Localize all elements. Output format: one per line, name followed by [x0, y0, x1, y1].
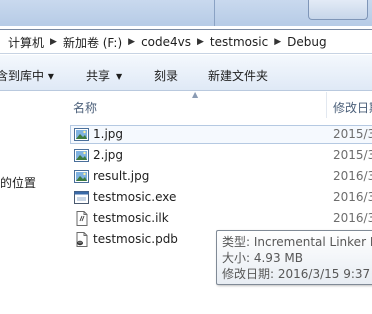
breadcrumb-separator-icon[interactable]: ▶ [272, 37, 283, 47]
breadcrumb: 计算机 ▶ 新加卷 (F:) ▶ code4vs ▶ testmosic ▶ D… [0, 34, 331, 50]
breadcrumb-separator-icon[interactable]: ▶ [195, 37, 206, 47]
breadcrumb-debug[interactable]: Debug [283, 35, 330, 49]
ilk-file-icon [74, 211, 89, 226]
file-tooltip: 类型: Incremental Linker Fi 大小: 4.93 MB 修改… [216, 230, 372, 285]
window-buttons[interactable] [308, 0, 368, 20]
pdb-file-icon [74, 232, 89, 247]
window-edge [214, 0, 215, 26]
tooltip-modified: 修改日期: 2016/3/15 9:37 [222, 267, 371, 281]
navigation-pane: 的位置 [0, 92, 64, 314]
command-toolbar: 含到库中 ▾ 共享 ▼ 刻录 新建文件夹 [0, 55, 372, 91]
file-name: testmosic.exe [93, 190, 177, 204]
file-name: result.jpg [93, 169, 150, 183]
breadcrumb-testmosic[interactable]: testmosic [206, 35, 272, 49]
file-name: 2.jpg [93, 148, 124, 162]
file-date: 2015/3/ [333, 127, 372, 141]
file-date: 2016/3/ [333, 169, 372, 183]
file-date: 2015/3/ [333, 148, 372, 162]
file-name: testmosic.ilk [93, 211, 169, 225]
breadcrumb-separator-icon[interactable]: ▶ [48, 37, 59, 47]
file-date: 2016/3/ [333, 211, 372, 225]
breadcrumb-code4vs[interactable]: code4vs [137, 35, 195, 49]
share-label: 共享 [86, 69, 111, 83]
file-name: 1.jpg [93, 127, 124, 141]
share-button[interactable]: 共享 ▼ [86, 67, 122, 84]
file-row[interactable]: 2.jpg 2015/3/ [64, 145, 372, 166]
new-folder-button[interactable]: 新建文件夹 [208, 67, 268, 84]
image-file-icon [74, 127, 89, 142]
breadcrumb-computer[interactable]: 计算机 [0, 34, 48, 51]
tooltip-size: 大小: 4.93 MB [222, 251, 303, 265]
nav-item-locations[interactable]: 的位置 [0, 174, 36, 191]
image-file-icon [74, 148, 89, 163]
column-header-name[interactable]: 名称 [73, 99, 97, 116]
burn-button[interactable]: 刻录 [154, 67, 178, 84]
tooltip-type: 类型: Incremental Linker Fi [222, 235, 372, 249]
breadcrumb-separator-icon[interactable]: ▶ [126, 37, 137, 47]
include-in-library-button[interactable]: 含到库中 ▾ [0, 67, 54, 84]
image-file-icon [74, 169, 89, 184]
address-bar[interactable]: 计算机 ▶ 新加卷 (F:) ▶ code4vs ▶ testmosic ▶ D… [0, 29, 372, 54]
breadcrumb-drive[interactable]: 新加卷 (F:) [59, 34, 126, 51]
file-row[interactable]: result.jpg 2016/3/ [64, 166, 372, 187]
file-name: testmosic.pdb [93, 232, 178, 246]
file-row[interactable]: testmosic.ilk 2016/3/ [64, 208, 372, 229]
file-row[interactable]: 1.jpg 2015/3/ [64, 124, 372, 145]
chevron-down-icon: ▼ [116, 72, 123, 81]
exe-file-icon [74, 190, 89, 205]
column-header-row: ▲ 名称 修改日期 [64, 90, 372, 118]
file-row[interactable]: testmosic.exe 2016/3/ [64, 187, 372, 208]
window-title-bar [0, 0, 372, 26]
column-header-date[interactable]: 修改日期 [333, 99, 372, 116]
sort-up-icon: ▲ [192, 90, 199, 99]
file-date: 2016/3/ [333, 190, 372, 204]
column-divider[interactable] [326, 92, 327, 118]
